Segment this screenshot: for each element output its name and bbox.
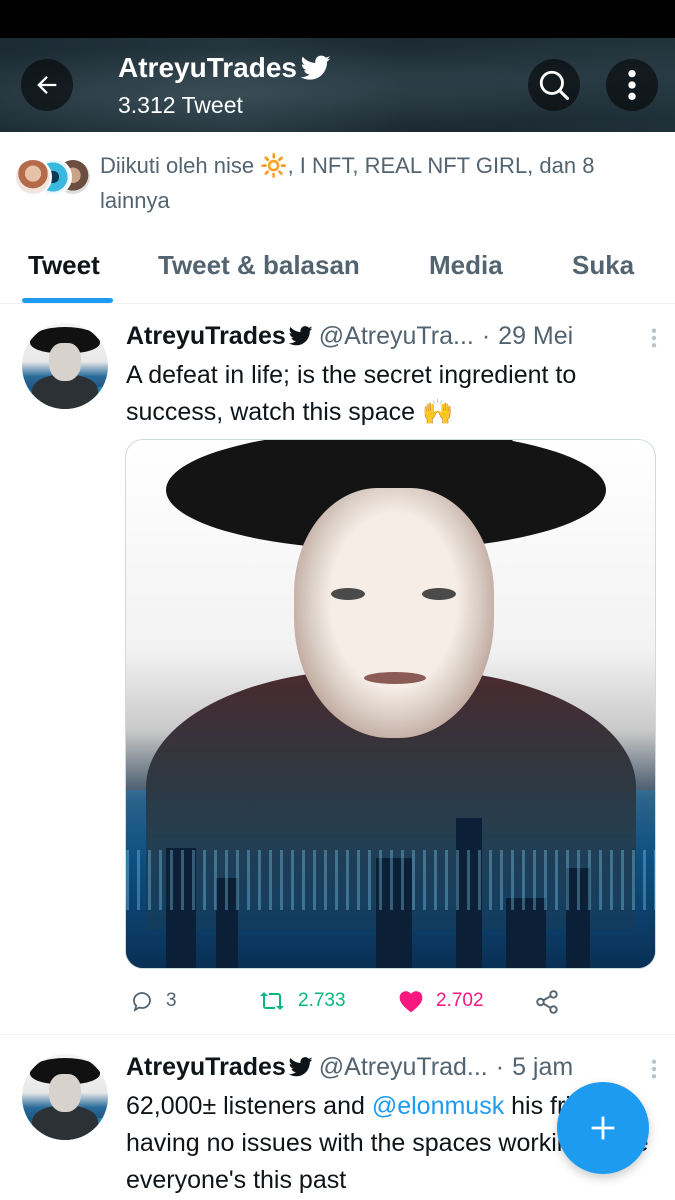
- reply-count: 3: [166, 990, 177, 1011]
- search-icon: [539, 70, 570, 101]
- verified-bird-icon: [288, 326, 313, 346]
- reply-button[interactable]: 3: [130, 989, 177, 1013]
- tweet-more-icon[interactable]: [651, 327, 657, 349]
- tab-tweet-replies[interactable]: Tweet & balasan: [158, 250, 360, 281]
- tab-media[interactable]: Media: [429, 250, 503, 281]
- verified-bird-icon: [288, 1057, 313, 1077]
- mention-link[interactable]: @elonmusk: [372, 1092, 504, 1120]
- status-bar: [0, 0, 675, 38]
- like-count: 2.702: [436, 990, 484, 1011]
- plus-icon: [591, 1116, 615, 1140]
- tweet-header: AtreyuTrades @AtreyuTra... · 29 Mei: [126, 319, 656, 353]
- compose-tweet-button[interactable]: [557, 1082, 649, 1174]
- profile-tabs: Tweet Tweet & balasan Media Suka: [0, 232, 675, 304]
- more-options-button[interactable]: [606, 59, 658, 111]
- tweet-text-part: 62,000± listeners and: [126, 1092, 372, 1120]
- tweet-header: AtreyuTrades @AtreyuTrad... · 5 jam: [126, 1050, 656, 1084]
- share-icon: [536, 990, 558, 1014]
- tweet[interactable]: AtreyuTrades @AtreyuTra... · 29 Mei A de…: [0, 305, 675, 1035]
- search-button[interactable]: [528, 59, 580, 111]
- more-vertical-icon: [628, 69, 636, 101]
- tweet-time[interactable]: 29 Mei: [498, 322, 573, 351]
- tweet-time[interactable]: 5 jam: [512, 1053, 573, 1082]
- retweet-count: 2.733: [298, 990, 346, 1011]
- tweet-more-icon[interactable]: [651, 1058, 657, 1080]
- header-title: AtreyuTrades: [118, 52, 331, 84]
- verified-bird-icon: [300, 55, 331, 80]
- tweet-author-handle[interactable]: @AtreyuTra...: [319, 322, 474, 351]
- reply-icon: [133, 992, 151, 1012]
- back-arrow-icon: [37, 76, 57, 94]
- tweet-author-name[interactable]: AtreyuTrades: [126, 322, 286, 351]
- avatar[interactable]: [22, 1054, 108, 1140]
- like-button[interactable]: 2.702: [398, 989, 484, 1013]
- profile-header: AtreyuTrades 3.312 Tweet: [0, 38, 675, 132]
- retweet-button[interactable]: 2.733: [258, 989, 346, 1013]
- tweet-actions: 3 2.733 2.702: [126, 989, 566, 1023]
- avatar[interactable]: [22, 323, 108, 409]
- tab-tweet[interactable]: Tweet: [28, 250, 100, 281]
- retweet-icon: [260, 992, 284, 1010]
- header-tweet-count: 3.312 Tweet: [118, 92, 243, 118]
- back-button[interactable]: [21, 59, 73, 111]
- tweet-media-image[interactable]: [125, 439, 656, 969]
- share-button[interactable]: [534, 989, 560, 1015]
- separator-dot: ·: [495, 1052, 505, 1081]
- followed-by-text: Diikuti oleh nise 🔆, I NFT, REAL NFT GIR…: [100, 153, 595, 213]
- followed-by-row[interactable]: Diikuti oleh nise 🔆, I NFT, REAL NFT GIR…: [0, 140, 675, 220]
- tweet-text: A defeat in life; is the secret ingredie…: [126, 361, 577, 426]
- follower-avatar: [14, 158, 52, 196]
- tweet-author-name[interactable]: AtreyuTrades: [126, 1053, 286, 1082]
- heart-icon: [399, 991, 423, 1013]
- tweet-author-handle[interactable]: @AtreyuTrad...: [319, 1053, 488, 1082]
- active-tab-indicator: [22, 298, 113, 303]
- separator-dot: ·: [481, 321, 491, 350]
- header-name: AtreyuTrades: [118, 52, 297, 83]
- tab-likes[interactable]: Suka: [572, 250, 634, 281]
